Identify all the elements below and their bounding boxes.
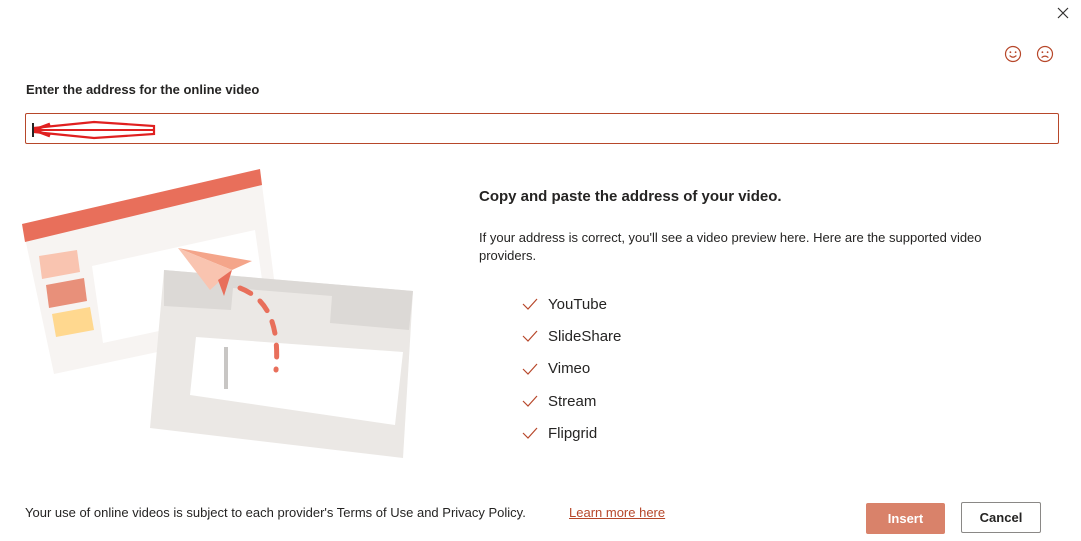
video-illustration [22,169,413,458]
provider-item: YouTube [522,288,621,320]
video-address-input[interactable] [25,113,1059,144]
feedback-positive-button[interactable] [1003,44,1023,69]
provider-list: YouTube SlideShare Vimeo Stream Flipgrid [522,288,621,449]
smile-icon [1004,45,1022,63]
check-icon [522,298,538,311]
provider-label: Flipgrid [548,424,598,442]
info-title: Copy and paste the address of your video… [479,188,782,205]
learn-more-link[interactable]: Learn more here [569,505,665,520]
close-button[interactable] [1052,2,1074,24]
feedback-negative-button[interactable] [1035,44,1055,69]
cancel-button[interactable]: Cancel [961,502,1041,533]
provider-item: Vimeo [522,353,621,385]
provider-label: SlideShare [548,327,622,345]
check-icon [522,331,538,343]
close-icon [1057,7,1069,19]
check-icon [522,395,538,407]
terms-text: Your use of online videos is subject to … [25,505,526,520]
provider-item: Stream [522,385,621,417]
red-arrow-annotation [32,120,156,140]
provider-item: SlideShare [522,320,621,352]
check-icon [522,363,538,375]
info-description: If your address is correct, you'll see a… [479,230,982,263]
check-icon [522,427,538,440]
address-label: Enter the address for the online video [26,82,260,97]
frown-icon [1036,45,1054,63]
provider-label: Stream [548,392,597,410]
provider-label: Vimeo [548,360,591,378]
provider-label: YouTube [548,295,607,313]
insert-button[interactable]: Insert [866,503,945,534]
provider-item: Flipgrid [522,417,621,449]
